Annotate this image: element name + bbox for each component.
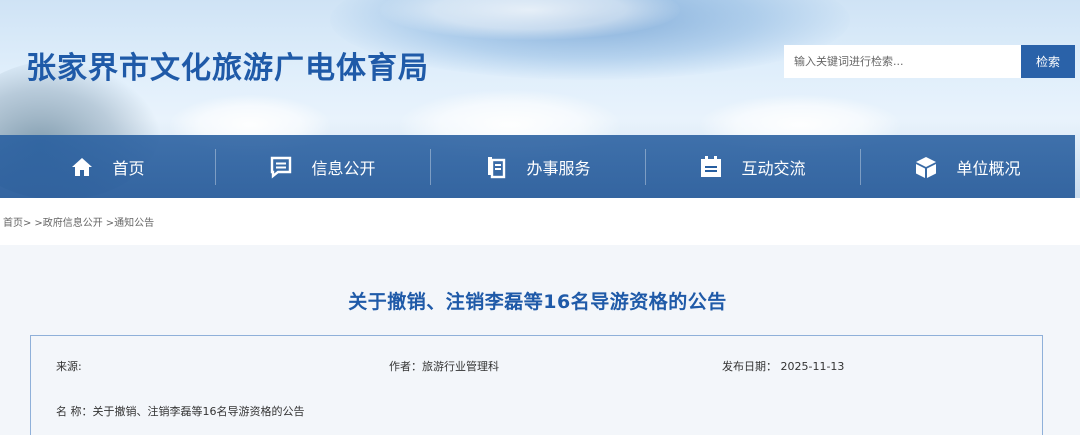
breadcrumb-gov-info[interactable]: >政府信息公开 bbox=[34, 214, 102, 229]
nav-item-label: 办事服务 bbox=[526, 158, 591, 178]
page: 张家界市文化旅游广电体育局 检索 首页 信息公开 办事服务 互动 bbox=[0, 0, 1080, 435]
nav-item-interaction[interactable]: 互动交流 bbox=[645, 135, 860, 198]
nav-item-label: 单位概况 bbox=[956, 158, 1021, 178]
nav-item-label: 首页 bbox=[112, 158, 145, 178]
site-title: 张家界市文化旅游广电体育局 bbox=[26, 51, 429, 86]
main-nav: 首页 信息公开 办事服务 互动交流 单位概况 bbox=[0, 135, 1075, 198]
article-title: 关于撤销、注销李磊等16名导游资格的公告 bbox=[348, 291, 727, 313]
meta-publish-date: 发布日期： 2025-11-13 bbox=[722, 360, 845, 373]
message-icon bbox=[269, 155, 293, 179]
breadcrumb: 首页> >政府信息公开 >通知公告 bbox=[3, 214, 154, 229]
calendar-icon bbox=[699, 155, 723, 179]
cube-icon bbox=[914, 155, 938, 179]
nav-item-services[interactable]: 办事服务 bbox=[430, 135, 645, 198]
nav-item-label: 互动交流 bbox=[741, 158, 806, 178]
breadcrumb-home[interactable]: 首页> bbox=[3, 214, 31, 229]
article-meta-box: 来源: 作者：旅游行业管理科 发布日期： 2025-11-13 名 称：关于撤销… bbox=[30, 335, 1043, 435]
nav-item-info-disclosure[interactable]: 信息公开 bbox=[215, 135, 430, 198]
nav-item-label: 信息公开 bbox=[311, 158, 376, 178]
search-input[interactable] bbox=[784, 45, 1021, 78]
document-icon bbox=[484, 155, 508, 179]
meta-name: 名 称：关于撤销、注销李磊等16名导游资格的公告 bbox=[56, 405, 305, 418]
home-icon bbox=[70, 155, 94, 179]
nav-item-overview[interactable]: 单位概况 bbox=[860, 135, 1075, 198]
search-button[interactable]: 检索 bbox=[1021, 45, 1075, 78]
meta-author: 作者：旅游行业管理科 bbox=[389, 360, 499, 373]
nav-item-home[interactable]: 首页 bbox=[0, 135, 215, 198]
meta-source: 来源: bbox=[56, 360, 82, 373]
breadcrumb-notices[interactable]: >通知公告 bbox=[106, 214, 154, 229]
